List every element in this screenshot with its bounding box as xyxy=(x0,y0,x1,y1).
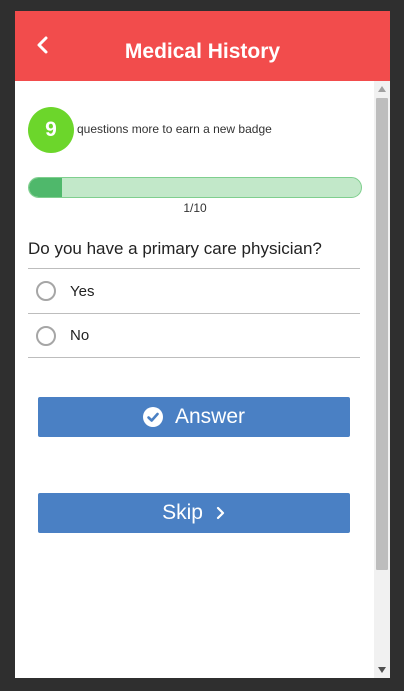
radio-yes[interactable] xyxy=(36,281,56,301)
badge-count: 9 xyxy=(28,107,74,153)
option-yes[interactable]: Yes xyxy=(28,268,360,313)
check-circle-icon xyxy=(142,407,163,427)
triangle-down-icon xyxy=(378,667,386,673)
progress-bar xyxy=(28,177,362,198)
answer-options: Yes No xyxy=(28,268,360,358)
badge-text: questions more to earn a new badge xyxy=(77,122,272,136)
scroll-up-button[interactable] xyxy=(374,81,390,97)
option-no[interactable]: No xyxy=(28,313,360,358)
option-label-no: No xyxy=(70,327,90,344)
scroll-down-button[interactable] xyxy=(374,662,390,678)
app-frame: Medical History 9 questions more to earn… xyxy=(15,11,390,678)
skip-button-label: Skip xyxy=(162,501,203,524)
skip-button[interactable]: Skip xyxy=(38,493,350,533)
chevron-right-icon xyxy=(216,506,225,520)
triangle-up-icon xyxy=(378,86,386,92)
answer-button[interactable]: Answer xyxy=(38,397,350,437)
progress-fill xyxy=(29,178,63,197)
question-text: Do you have a primary care physician? xyxy=(28,239,322,258)
question-panel: 9 questions more to earn a new badge 1/1… xyxy=(15,81,374,678)
back-button[interactable] xyxy=(29,31,57,59)
header-bar: Medical History xyxy=(15,11,390,81)
option-label-yes: Yes xyxy=(70,282,95,300)
scrollbar[interactable] xyxy=(374,81,390,678)
badge-row: 9 questions more to earn a new badge xyxy=(28,107,368,153)
page-title: Medical History xyxy=(124,40,281,63)
scroll-thumb[interactable] xyxy=(376,98,388,570)
progress-label: 1/10 xyxy=(183,201,207,215)
answer-button-label: Answer xyxy=(174,405,246,428)
radio-no[interactable] xyxy=(36,325,56,346)
chevron-left-icon xyxy=(37,36,48,54)
